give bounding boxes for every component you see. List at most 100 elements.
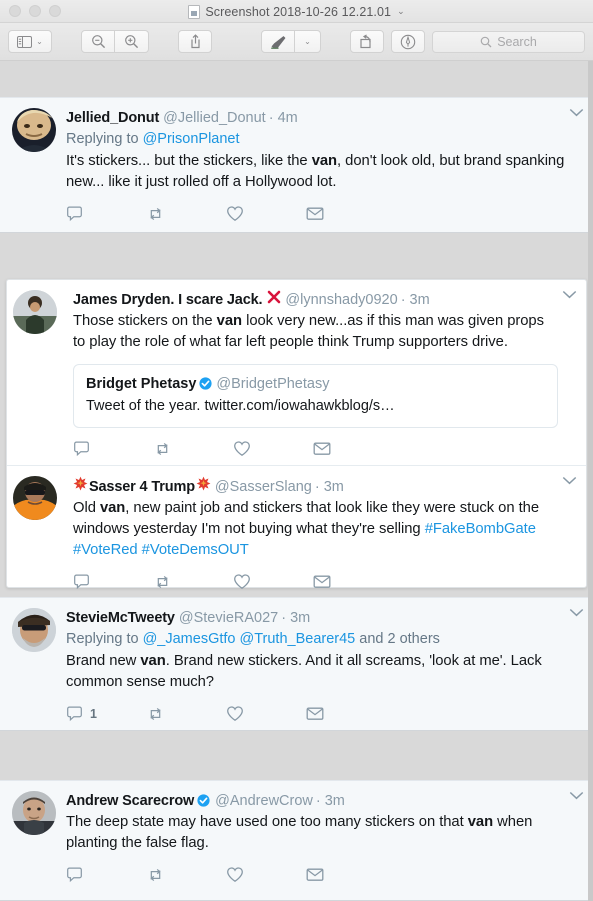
envelope-icon (313, 442, 331, 455)
user-handle[interactable]: @Jellied_Donut (163, 108, 266, 128)
zoom-in-button[interactable] (115, 30, 149, 53)
close-button[interactable] (9, 5, 21, 17)
retweet-button[interactable] (153, 574, 233, 590)
like-button[interactable] (226, 705, 306, 722)
display-name[interactable]: StevieMcTweety (66, 608, 175, 628)
direct-message-button[interactable] (306, 206, 324, 221)
replying-to-suffix: and 2 others (355, 631, 440, 647)
tweet-text: Old van, new paint job and stickers that… (73, 498, 558, 561)
tweet-options-caret[interactable] (569, 108, 584, 117)
tweet-options-caret[interactable] (562, 476, 577, 485)
search-input[interactable]: Search (432, 30, 585, 53)
reply-button[interactable] (73, 440, 153, 457)
display-name[interactable]: James Dryden. I scare Jack. (73, 290, 263, 310)
replying-to-handle[interactable]: @_JamesGtfo (143, 631, 236, 647)
tweet-header: James Dryden. I scare Jack. @lynnshady09… (73, 290, 558, 310)
tweet-james-dryden[interactable]: James Dryden. I scare Jack. @lynnshady09… (7, 280, 586, 465)
timestamp[interactable]: · 3m (315, 477, 344, 497)
tweet-card-2: James Dryden. I scare Jack. @lynnshady09… (6, 279, 587, 590)
sidebar-view-button[interactable]: ⌄ (8, 30, 52, 53)
collision-emoji-icon (196, 476, 211, 491)
hashtag-link[interactable]: #FakeBombGate (425, 521, 536, 537)
retweet-button[interactable] (146, 867, 226, 883)
marker-pen-icon (270, 35, 285, 49)
direct-message-button[interactable] (306, 867, 324, 882)
reply-button[interactable] (66, 205, 146, 222)
annotate-button[interactable] (391, 30, 425, 53)
tweet-options-caret[interactable] (562, 290, 577, 299)
direct-message-button[interactable] (313, 441, 331, 456)
like-button[interactable] (226, 866, 306, 883)
reply-button[interactable]: 1 (66, 705, 146, 722)
tweet-text-bold: van (99, 500, 126, 516)
user-handle[interactable]: @AndrewCrow (215, 791, 313, 811)
direct-message-button[interactable] (313, 574, 331, 589)
collision-emoji-icon (73, 476, 88, 491)
hashtag-link[interactable]: #VoteRed (73, 542, 138, 558)
reply-button[interactable] (73, 573, 153, 590)
retweet-button[interactable] (146, 206, 226, 222)
markup-options-button[interactable]: ⌄ (295, 30, 321, 53)
share-button[interactable] (178, 30, 212, 53)
tweet-stevie-mctweety[interactable]: StevieMcTweety @StevieRA027 · 3m Replyin… (0, 598, 593, 730)
tweet-text-bold: van (467, 814, 494, 830)
tweet-text: It's stickers... but the stickers, like … (66, 151, 565, 193)
tweet-card-1: Jellied_Donut @Jellied_Donut · 4m Replyi… (0, 97, 593, 233)
tweet-andrew-scarecrow[interactable]: Andrew Scarecrow @AndrewCrow · 3m The de… (0, 781, 593, 891)
avatar[interactable] (13, 476, 57, 520)
avatar[interactable] (12, 108, 56, 152)
user-handle[interactable]: @StevieRA027 (179, 608, 278, 628)
tweet-text-bold: van (216, 313, 243, 329)
tweet-options-caret[interactable] (569, 608, 584, 617)
user-handle[interactable]: @lynnshady0920 (285, 290, 397, 310)
tweet-actions: 1 (66, 705, 565, 722)
tweet-options-caret[interactable] (569, 791, 584, 800)
search-placeholder: Search (497, 34, 537, 49)
like-button[interactable] (233, 573, 313, 590)
avatar-image (13, 476, 57, 520)
minimize-button[interactable] (29, 5, 41, 17)
display-name[interactable]: Sasser 4 Trump (89, 477, 195, 497)
quoted-user-handle: @BridgetPhetasy (216, 376, 330, 392)
avatar-image (12, 108, 56, 152)
tweet-sasser-4-trump[interactable]: Sasser 4 Trump @SasserSlang · 3m Old van… (7, 465, 586, 598)
timestamp[interactable]: · 3m (316, 791, 345, 811)
avatar[interactable] (13, 290, 57, 334)
like-button[interactable] (226, 205, 306, 222)
like-button[interactable] (233, 440, 313, 457)
verified-badge-icon (197, 793, 210, 807)
direct-message-button[interactable] (306, 706, 324, 721)
reply-icon (67, 706, 82, 722)
retweet-button[interactable] (153, 441, 233, 457)
sidebar-icon (17, 35, 33, 48)
chevron-down-icon (569, 608, 584, 617)
replying-to-line: Replying to @PrisonPlanet (66, 129, 565, 150)
tweet-jellied-donut[interactable]: Jellied_Donut @Jellied_Donut · 4m Replyi… (0, 98, 593, 230)
retweet-icon (150, 868, 161, 881)
timestamp[interactable]: · 4m (269, 108, 298, 128)
markup-button-group: ⌄ (261, 30, 321, 53)
display-name[interactable]: Jellied_Donut (66, 108, 159, 128)
avatar[interactable] (12, 791, 56, 835)
timestamp[interactable]: · 3m (401, 290, 430, 310)
heart-icon (227, 206, 243, 221)
tweet-header: Jellied_Donut @Jellied_Donut · 4m (66, 108, 565, 128)
hashtag-link[interactable]: #VoteDemsOUT (142, 542, 249, 558)
rotate-button[interactable] (350, 30, 384, 53)
display-name[interactable]: Andrew Scarecrow (66, 791, 194, 811)
markup-button[interactable] (261, 30, 295, 53)
zoom-out-button[interactable] (81, 30, 115, 53)
envelope-icon (306, 207, 324, 220)
replying-to-handle[interactable]: @Truth_Bearer45 (240, 631, 356, 647)
user-handle[interactable]: @SasserSlang (215, 477, 312, 497)
chevron-down-icon[interactable]: ⌄ (397, 6, 405, 17)
maximize-button[interactable] (49, 5, 61, 17)
retweet-button[interactable] (146, 706, 226, 722)
retweet-icon (150, 707, 161, 720)
avatar[interactable] (12, 608, 56, 652)
quoted-tweet[interactable]: Bridget Phetasy @BridgetPhetasy Tweet of … (73, 364, 558, 428)
replying-to-handle[interactable]: @PrisonPlanet (143, 131, 240, 147)
reply-button[interactable] (66, 866, 146, 883)
document-icon (188, 4, 201, 19)
timestamp[interactable]: · 3m (281, 608, 310, 628)
